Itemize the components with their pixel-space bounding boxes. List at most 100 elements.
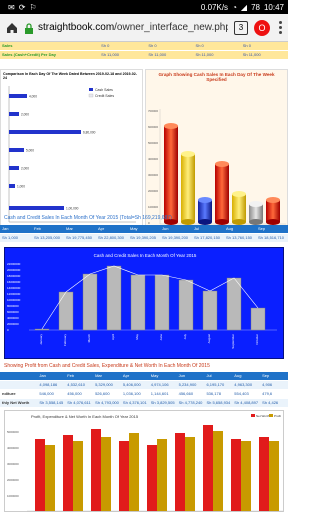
table-cell: 554,403: [234, 391, 249, 396]
bar-label: 1,000: [17, 185, 25, 189]
bar: [45, 445, 55, 511]
table-cell: 4,906: [262, 382, 273, 387]
table-cell: Sh 4,778,240: [178, 400, 203, 405]
month-header: Apr: [98, 226, 105, 231]
monthly-bar-chart: Cash and Credit Sales In Each Month Of Y…: [4, 247, 284, 359]
legend-profit: Profit: [274, 414, 281, 418]
url-path: /owner_interface_new.php?start: [114, 22, 228, 33]
bar: [34, 328, 50, 331]
y-tick: 3000000: [7, 462, 19, 466]
y-tick: 6000000: [7, 310, 19, 314]
row-label: Sales: [2, 43, 13, 48]
bar: [106, 265, 122, 331]
table-cell: 4,532,610: [67, 382, 86, 387]
y-tick: 20000000: [7, 268, 21, 272]
row-label: Sales (Cash+Credit) Per Day: [2, 52, 56, 57]
sales-per-day-row: Sales (Cash+Credit) Per Day Sh 11,000 Sh…: [0, 51, 288, 59]
bar: [119, 441, 129, 511]
expenditure-row: nditure 546,000 456,000 526,600 1,036,10…: [0, 390, 288, 398]
month-header: Feb: [67, 373, 75, 378]
table-cell: Sh 13,205,000: [34, 235, 61, 240]
table-cell: 5,406,000: [122, 382, 141, 387]
bar: [154, 274, 170, 331]
bar: [91, 429, 101, 511]
y-tick: 18000000: [7, 274, 21, 278]
bar-group: [35, 425, 279, 511]
table-cell: Sh 4,426: [262, 400, 279, 405]
y-tick: 1000000: [7, 494, 19, 498]
daily-comparison-chart: Comparison In Each Day Of The Week Dated…: [0, 69, 143, 229]
bar: [9, 166, 19, 170]
x-tick: June: [159, 334, 163, 341]
chart-legend: Net Worth Profit: [251, 414, 281, 418]
cylinder-top: [181, 151, 195, 157]
url-field[interactable]: straightbook.com/owner_interface_new.php…: [38, 22, 228, 33]
table-cell: 526,600: [95, 391, 110, 396]
y-tick: 8000000: [7, 304, 19, 308]
bar: [9, 206, 64, 210]
monthly-bar-svg: Cash and Credit Sales In Each Month Of Y…: [7, 253, 277, 349]
chart-title: Cash and Credit Sales In Each Month Of Y…: [94, 253, 197, 258]
x-tick: July: [183, 334, 187, 340]
table-cell: 1,144,601: [150, 391, 169, 396]
browser-toolbar: straightbook.com/owner_interface_new.php…: [0, 14, 288, 42]
bar: [129, 433, 139, 511]
notification-icon: ⚐: [29, 2, 37, 12]
y-tick: 22000000: [7, 262, 21, 266]
bar: [73, 441, 83, 511]
y-tick: 2000000: [7, 478, 19, 482]
month-header: Jul: [206, 373, 212, 378]
y-tick: 5000000: [7, 430, 19, 434]
month-header: May: [150, 373, 159, 378]
bar-label: 6,80,000: [83, 131, 96, 135]
overflow-menu-icon[interactable]: [276, 21, 284, 34]
month-sales-row: Sh 1,000 Sh 13,205,000 Sh 19,775,450 Sh …: [0, 234, 288, 242]
bar: [58, 291, 74, 331]
table-cell: Sh 0: [148, 43, 157, 48]
month-header: Sep: [262, 373, 270, 378]
network-speed: 0.07K/s: [200, 2, 229, 12]
home-icon[interactable]: [4, 20, 20, 36]
legend-cash: Cash Sales: [95, 88, 113, 92]
profit-chart: Profit, Expenditure & Net Worth In Each …: [4, 410, 284, 512]
table-cell: Sh 19,390,200: [162, 235, 189, 240]
bar: [63, 435, 73, 511]
opera-icon[interactable]: O: [254, 19, 270, 36]
x-tick: January: [39, 334, 43, 345]
table-cell: 6,195,170: [206, 382, 225, 387]
x-tick: September: [231, 334, 235, 349]
table-cell: Sh 4,076,611: [67, 400, 91, 405]
bar: [157, 439, 167, 511]
bar: [250, 307, 266, 331]
table-cell: 4,974,106: [150, 382, 169, 387]
table-cell: 536,178: [206, 391, 221, 396]
y-tick: 400000: [148, 157, 158, 161]
bar: [269, 441, 279, 511]
lock-icon: [24, 22, 34, 34]
y-axis: 5000000 4000000 3000000 2000000 1000000: [7, 430, 19, 498]
table-cell: Sh 0: [195, 43, 204, 48]
bar-label: 1,00,000: [66, 207, 79, 211]
table-cell: 456,660: [178, 391, 194, 396]
bar: [185, 437, 195, 511]
y-tick: 300000: [148, 173, 158, 177]
chart-title: Graph Showing Cash Sales In Each Day Of …: [158, 72, 275, 82]
bar: [82, 273, 98, 331]
cylinder-top: [215, 161, 229, 167]
wifi-icon: ◔: [232, 2, 237, 12]
month-header: Sep: [258, 226, 266, 231]
table-cell: 5,329,000: [95, 382, 113, 387]
y-tick: 200000: [148, 189, 158, 193]
profit-chart-svg: Profit, Expenditure & Net Worth In Each …: [7, 414, 283, 512]
month-header-row: Jan Feb Mar Apr May Jun Jul Aug Sep: [0, 225, 288, 233]
bar: [9, 112, 19, 116]
x-tick: October: [255, 334, 259, 345]
table-cell: 1,036,100: [122, 391, 141, 396]
month-header: May: [130, 226, 138, 231]
url-domain: straightbook.com: [38, 22, 115, 33]
cylinder-top: [164, 123, 178, 129]
tab-switcher-button[interactable]: 3: [234, 20, 248, 35]
x-tick: February: [63, 334, 67, 347]
table-cell: Sh 17,820,150: [194, 235, 221, 240]
cylinder-chart: 700000 600000 500000 400000 300000 20000…: [148, 109, 286, 231]
